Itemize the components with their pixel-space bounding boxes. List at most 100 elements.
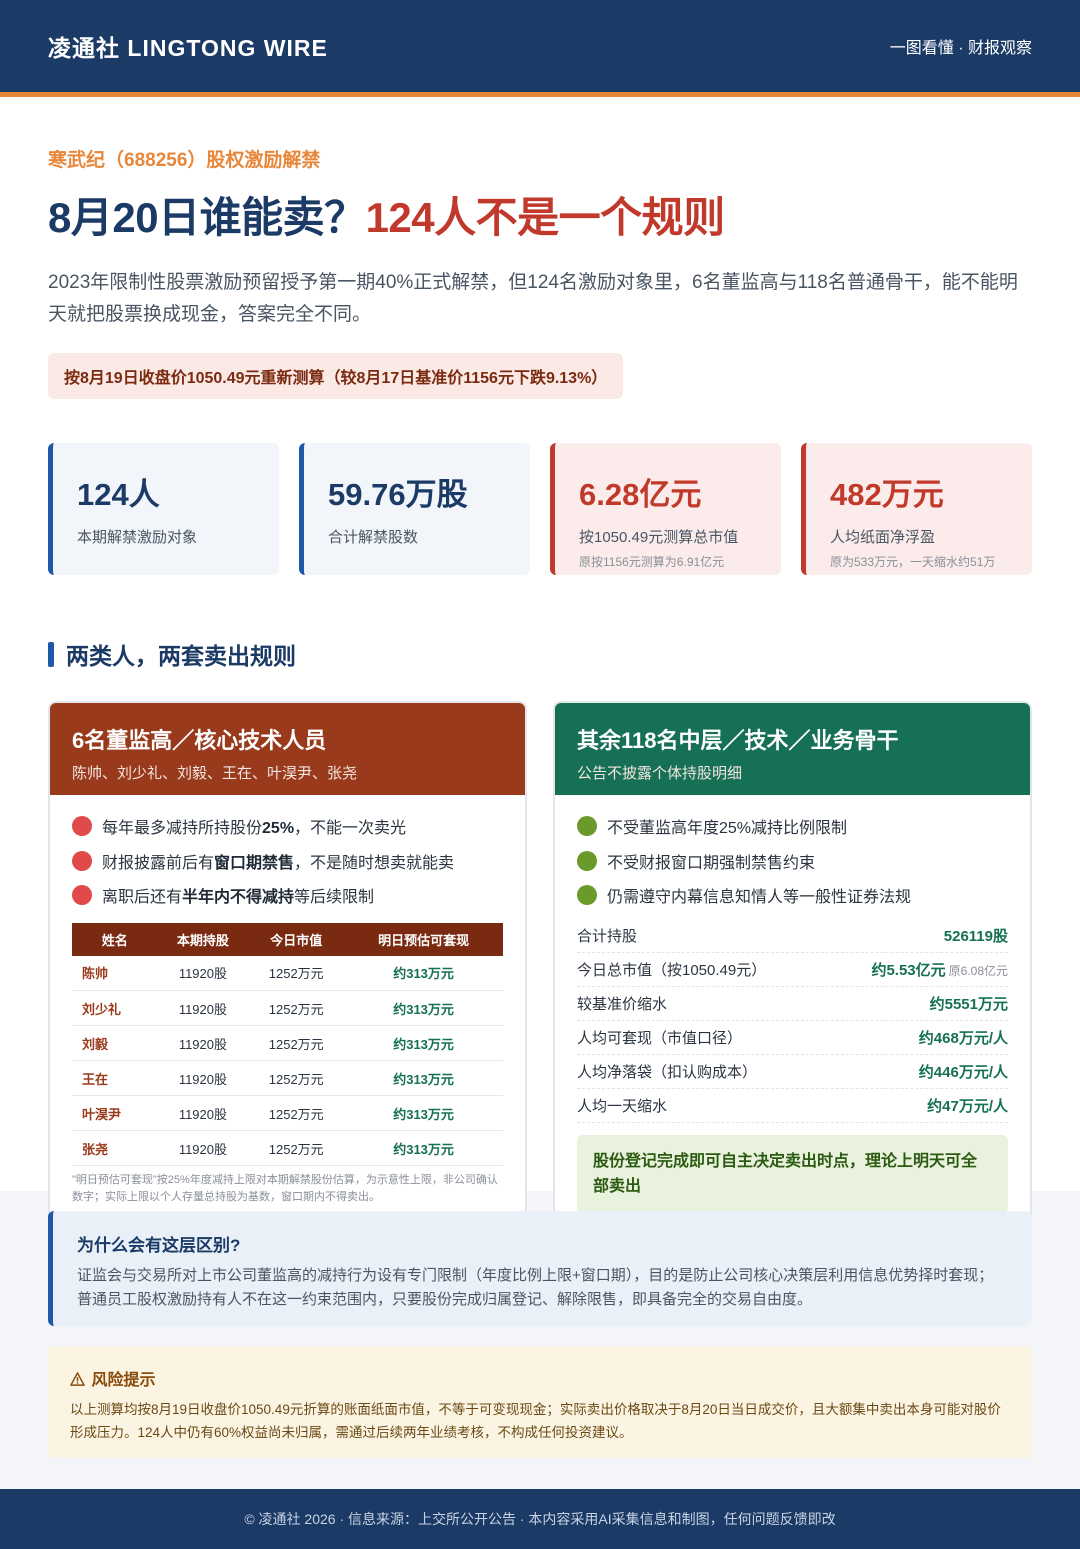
why-box: 为什么会有这层区别? 证监会与交易所对上市公司董监高的减持行为设有专门限制（年度… <box>48 1211 1032 1326</box>
warning-icon <box>70 1372 91 1389</box>
section-heading: 两类人，两套卖出规则 <box>48 637 1032 671</box>
red-dot-icon <box>72 850 92 871</box>
why-title: 为什么会有这层区别? <box>77 1236 241 1255</box>
stat-card-shares: 59.76万股 合计解禁股数 <box>299 443 530 575</box>
metrics-list: 合计持股 526119股 今日总市值（按1050.49元） 约5.53亿元 原6.… <box>577 919 1008 1123</box>
metric-row: 人均一天缩水 约47万元/人 <box>577 1089 1008 1123</box>
metric-value: 约5551万元 <box>929 995 1008 1013</box>
risk-box: 风险提示 以上测算均按8月19日收盘价1050.49元折算的账面纸面市值，不等于… <box>48 1346 1032 1458</box>
holder-name: 刘毅 <box>72 1025 158 1061</box>
header-tagline: 一图看懂 · 财报观察 <box>889 40 1032 57</box>
metric-value: 约5.53亿元 原6.08亿元 <box>871 961 1008 979</box>
holder-shares: 11920股 <box>157 1130 249 1166</box>
holdings-table: 姓名 本期持股 今日市值 明日预估可套现 陈帅 11920股 1252万元 约3… <box>72 922 503 1166</box>
stat-value: 482万元 <box>830 477 944 512</box>
rule-text: 每年最多减持所持股份25%，不能一次卖光 <box>102 820 407 838</box>
metric-value: 约47万元/人 <box>927 1097 1008 1115</box>
metric-value: 约468万元/人 <box>918 1029 1008 1047</box>
holder-value: 1252万元 <box>248 990 345 1026</box>
rule-item: 离职后还有半年内不得减持等后续限制 <box>72 878 503 913</box>
table-row: 叶淏尹 11920股 1252万元 约313万元 <box>72 1095 503 1131</box>
stat-value: 59.76万股 <box>328 477 468 512</box>
table-row: 陈帅 11920股 1252万元 约313万元 <box>72 955 503 991</box>
red-dot-icon <box>72 885 92 906</box>
column-header: 明日预估可套现 <box>378 932 470 948</box>
stat-label: 人均纸面净浮盈 <box>830 529 936 546</box>
holder-name: 陈帅 <box>72 955 158 991</box>
table-row: 刘少礼 11920股 1252万元 约313万元 <box>72 990 503 1026</box>
card-title: 6名董监高／核心技术人员 <box>72 728 327 753</box>
card-header: 6名董监高／核心技术人员 陈帅、刘少礼、刘毅、王在、叶淏尹、张尧 <box>50 703 525 795</box>
holder-name: 张尧 <box>72 1130 158 1166</box>
metric-label: 人均净落袋（扣认购成本） <box>577 1063 758 1081</box>
card-header: 其余118名中层／技术／业务骨干 公告不披露个体持股明细 <box>555 703 1030 795</box>
stat-sub: 原为533万元，一天缩水约51万 <box>830 555 996 569</box>
metric-note: 原6.08亿元 <box>948 963 1008 978</box>
table-row: 王在 11920股 1252万元 约313万元 <box>72 1060 503 1096</box>
stat-card-people: 124人 本期解禁激励对象 <box>48 443 279 575</box>
price-note: 按8月19日收盘价1050.49元重新测算（较8月17日基准价1156元下跌9.… <box>48 353 624 399</box>
holder-cash: 约313万元 <box>344 1095 503 1131</box>
rule-item: 每年最多减持所持股份25%，不能一次卖光 <box>72 809 503 844</box>
rule-item: 财报披露前后有窗口期禁售，不是随时想卖就能卖 <box>72 844 503 879</box>
rule-text: 仍需遵守内幕信息知情人等一般性证券法规 <box>607 889 912 907</box>
holder-value: 1252万元 <box>248 1060 345 1096</box>
stat-card-market-value: 6.28亿元 按1050.49元测算总市值 原按1156元测算为6.91亿元 <box>550 443 781 575</box>
holder-name: 叶淏尹 <box>72 1095 158 1131</box>
site-footer: © 凌通社 2026 · 信息来源：上交所公开公告 · 本内容采用AI采集信息和… <box>0 1489 1080 1549</box>
headline-accent: 124人不是一个规则 <box>365 194 726 241</box>
column-header: 今日市值 <box>270 932 323 948</box>
callout-box: 股份登记完成即可自主决定卖出时点，理论上明天可全部卖出 <box>577 1134 1008 1213</box>
risk-title: 风险提示 <box>91 1372 156 1389</box>
card-body: 每年最多减持所持股份25%，不能一次卖光 财报披露前后有窗口期禁售，不是随时想卖… <box>50 795 525 1206</box>
metric-row: 人均净落袋（扣认购成本） 约446万元/人 <box>577 1055 1008 1089</box>
holder-value: 1252万元 <box>248 955 345 991</box>
staff-card: 其余118名中层／技术／业务骨干 公告不披露个体持股明细 不受董监高年度25%减… <box>553 701 1032 1223</box>
holder-cash: 约313万元 <box>344 955 503 991</box>
stat-sub: 原按1156元测算为6.91亿元 <box>579 555 725 569</box>
holder-shares: 11920股 <box>157 1025 249 1061</box>
risk-heading: 风险提示 <box>70 1366 1010 1390</box>
holder-value: 1252万元 <box>248 1130 345 1166</box>
stats-row: 124人 本期解禁激励对象 59.76万股 合计解禁股数 6.28亿元 按105… <box>48 443 1032 575</box>
card-subtitle: 公告不披露个体持股明细 <box>577 765 743 782</box>
holder-shares: 11920股 <box>157 1060 249 1096</box>
holder-shares: 11920股 <box>157 955 249 991</box>
card-title: 其余118名中层／技术／业务骨干 <box>577 728 899 753</box>
table-row: 张尧 11920股 1252万元 约313万元 <box>72 1130 503 1166</box>
site-header: 凌通社 LINGTONG WIRE 一图看懂 · 财报观察 <box>0 0 1080 92</box>
metric-value: 约446万元/人 <box>918 1063 1008 1081</box>
page-title: 8月20日谁能卖？124人不是一个规则 <box>48 184 1032 245</box>
holder-name: 刘少礼 <box>72 990 158 1026</box>
holder-shares: 11920股 <box>157 990 249 1026</box>
main-content: 寒武纪（688256）股权激励解禁 8月20日谁能卖？124人不是一个规则 20… <box>0 145 1080 1223</box>
metric-row: 人均可套现（市值口径） 约468万元/人 <box>577 1021 1008 1055</box>
section-accent-bar <box>48 641 54 667</box>
holder-cash: 约313万元 <box>344 1025 503 1061</box>
column-header: 姓名 <box>101 932 128 948</box>
green-dot-icon <box>577 850 597 871</box>
rule-item: 不受董监高年度25%减持比例限制 <box>577 809 1008 844</box>
kicker: 寒武纪（688256）股权激励解禁 <box>48 150 321 171</box>
header-divider <box>0 92 1080 97</box>
stat-label: 按1050.49元测算总市值 <box>579 529 739 546</box>
card-subtitle: 陈帅、刘少礼、刘毅、王在、叶淏尹、张尧 <box>72 765 358 782</box>
rule-item: 不受财报窗口期强制禁售约束 <box>577 844 1008 879</box>
stat-label: 合计解禁股数 <box>328 529 419 546</box>
stat-card-avg-gain: 482万元 人均纸面净浮盈 原为533万元，一天缩水约51万 <box>801 443 1032 575</box>
rule-text: 离职后还有半年内不得减持等后续限制 <box>102 889 375 907</box>
holder-name: 王在 <box>72 1060 158 1096</box>
lede-paragraph: 2023年限制性股票激励预留授予第一期40%正式解禁，但124名激励对象里，6名… <box>48 272 1018 325</box>
rule-text: 财报披露前后有窗口期禁售，不是随时想卖就能卖 <box>102 854 455 872</box>
metric-row: 较基准价缩水 约5551万元 <box>577 987 1008 1021</box>
holder-value: 1252万元 <box>248 1095 345 1131</box>
metric-value: 526119股 <box>943 927 1008 945</box>
stat-value: 124人 <box>77 477 160 512</box>
holder-cash: 约313万元 <box>344 1130 503 1166</box>
brand-logo: 凌通社 LINGTONG WIRE <box>48 35 328 61</box>
metric-label: 人均一天缩水 <box>577 1097 668 1115</box>
metric-row: 今日总市值（按1050.49元） 约5.53亿元 原6.08亿元 <box>577 953 1008 987</box>
section-title-text: 两类人，两套卖出规则 <box>66 643 296 669</box>
stat-value: 6.28亿元 <box>579 477 702 512</box>
holder-cash: 约313万元 <box>344 1060 503 1096</box>
